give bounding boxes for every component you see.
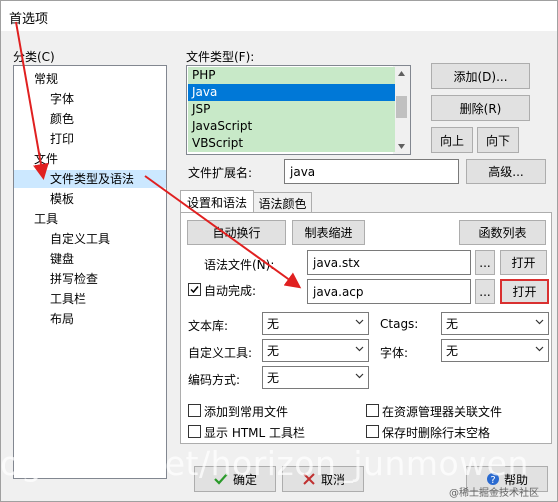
move-down-button[interactable]: 向下 (477, 127, 519, 153)
extension-input[interactable]: java (284, 159, 459, 184)
chevron-down-icon (535, 319, 544, 324)
window-title: 首选项 (9, 12, 49, 27)
tree-item[interactable]: 拼写检查 (50, 270, 98, 288)
tab-syntax-colors[interactable]: 语法颜色 (254, 192, 312, 213)
category-label: 分类(C) (13, 50, 55, 64)
filetype-item[interactable]: JSP (188, 101, 395, 118)
library-select[interactable]: 无 (262, 312, 369, 335)
tree-item[interactable]: 模板 (50, 190, 74, 208)
tree-item[interactable]: 键盘 (50, 250, 74, 268)
title-bar: 首选项 (1, 1, 557, 31)
scrollbar-arrows-icon (396, 71, 407, 149)
autocomplete-input[interactable]: java.acp (307, 279, 471, 304)
tree-item[interactable]: 颜色 (50, 110, 74, 128)
autocomplete-browse-button[interactable]: ... (475, 279, 495, 304)
filetype-item[interactable]: PHP (188, 67, 395, 84)
autocomplete-label: 自动完成: (204, 284, 257, 298)
filetype-list[interactable]: PHP Java JSP JavaScript VBScript (186, 65, 411, 155)
filetypes-label: 文件类型(F): (186, 50, 255, 64)
syntax-browse-button[interactable]: ... (475, 250, 495, 275)
watermark-url: og.csdn.net/horizon_junmowen (0, 444, 529, 483)
filetype-item[interactable]: Java (188, 84, 395, 101)
explorer-associate-checkbox[interactable] (366, 404, 379, 417)
tree-item[interactable]: 工具 (34, 210, 58, 228)
autocomplete-open-button[interactable]: 打开 (500, 279, 549, 304)
font-select[interactable]: 无 (441, 339, 549, 362)
auto-wrap-button[interactable]: 自动换行 (187, 220, 286, 245)
chevron-down-icon (355, 346, 364, 351)
tab-indent-button[interactable]: 制表缩进 (292, 220, 365, 245)
filetype-item[interactable]: VBScript (188, 135, 395, 152)
add-filetype-button[interactable]: 添加(D)... (431, 63, 530, 89)
category-tree[interactable]: 常规字体颜色打印文件文件类型及语法模板工具自定义工具键盘拼写检查工具栏布局 (13, 65, 167, 479)
trim-trailing-label: 保存时删除行末空格 (382, 426, 491, 440)
tree-item[interactable]: 文件 (34, 150, 58, 168)
chevron-down-icon (535, 346, 544, 351)
filetype-scrollbar[interactable] (393, 66, 410, 154)
font-label: 字体: (380, 346, 409, 360)
tree-item[interactable]: 布局 (50, 310, 74, 328)
html-toolbar-checkbox[interactable] (188, 425, 201, 438)
custom-tool-label: 自定义工具: (188, 346, 253, 360)
explorer-associate-label: 在资源管理器关联文件 (382, 405, 503, 419)
advanced-button[interactable]: 高级... (466, 159, 546, 184)
tree-item[interactable]: 字体 (50, 90, 74, 108)
chevron-down-icon (355, 319, 364, 324)
autocomplete-checkbox[interactable] (188, 283, 201, 296)
tree-item[interactable]: 自定义工具 (50, 230, 110, 248)
watermark-juejin: @稀土掘金技术社区 (449, 488, 539, 499)
filetype-item[interactable]: JavaScript (188, 118, 395, 135)
syntax-file-input[interactable]: java.stx (307, 250, 471, 275)
encoding-label: 编码方式: (188, 373, 241, 387)
check-icon (190, 286, 199, 294)
library-value: 无 (267, 317, 280, 331)
add-to-common-checkbox[interactable] (188, 404, 201, 417)
font-value: 无 (446, 344, 459, 358)
chevron-down-icon (355, 373, 364, 378)
tree-item[interactable]: 文件类型及语法 (14, 170, 166, 188)
move-up-button[interactable]: 向上 (431, 127, 473, 153)
tab-settings-syntax[interactable]: 设置和语法 (180, 190, 254, 213)
add-to-common-label: 添加到常用文件 (204, 405, 289, 419)
custom-tool-select[interactable]: 无 (262, 339, 369, 362)
trim-trailing-checkbox[interactable] (366, 425, 379, 438)
tree-item[interactable]: 常规 (34, 70, 58, 88)
tree-item[interactable]: 打印 (50, 130, 74, 148)
ctags-label: Ctags: (380, 317, 419, 331)
function-list-button[interactable]: 函数列表 (459, 220, 546, 245)
ctags-value: 无 (446, 317, 459, 331)
custom-tool-value: 无 (267, 344, 280, 358)
syntax-file-label: 语法文件(N): (204, 258, 275, 272)
encoding-select[interactable]: 无 (262, 366, 369, 389)
tree-item[interactable]: 工具栏 (50, 290, 86, 308)
library-label: 文本库: (188, 319, 229, 333)
delete-filetype-button[interactable]: 删除(R) (431, 95, 530, 121)
html-toolbar-label: 显示 HTML 工具栏 (204, 426, 306, 440)
encoding-value: 无 (267, 371, 280, 385)
ctags-select[interactable]: 无 (441, 312, 549, 335)
syntax-open-button[interactable]: 打开 (500, 250, 547, 275)
extension-label: 文件扩展名: (188, 166, 253, 180)
